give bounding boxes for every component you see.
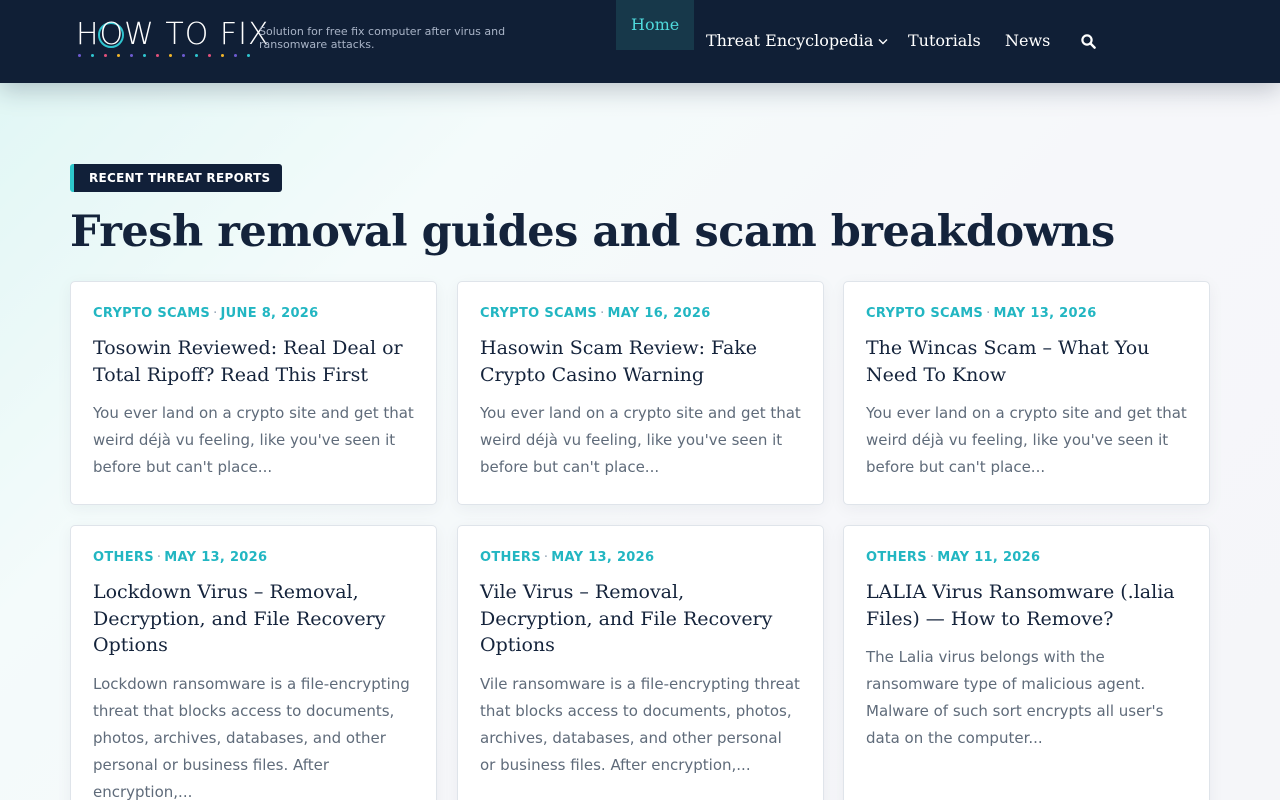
card-meta: OTHERS · MAY 13, 2026 [480,550,655,565]
card-excerpt: The Lalia virus belongs with the ransomw… [866,648,1164,747]
card-date: JUNE 8, 2026 [220,306,319,321]
section-badge: RECENT THREAT REPORTS [70,164,282,192]
card-category[interactable]: OTHERS [480,550,541,565]
card-category[interactable]: OTHERS [866,550,927,565]
card-meta: OTHERS · MAY 13, 2026 [93,550,268,565]
card-meta: CRYPTO SCAMS · MAY 13, 2026 [866,306,1097,321]
logo-dots [78,54,250,58]
card-meta: CRYPTO SCAMS · JUNE 8, 2026 [93,306,319,321]
page-title: Fresh removal guides and scam breakdowns [70,207,1115,257]
nav-news-label: News [1005,31,1051,50]
card-excerpt: You ever land on a crypto site and get t… [93,404,414,476]
card-title[interactable]: LALIA Virus Ransomware (.lalia Files) — … [866,579,1187,632]
card-date: MAY 13, 2026 [164,550,268,565]
card-excerpt: Lockdown ransomware is a file-encrypting… [93,674,410,800]
nav-home-label: Home [631,15,680,34]
card-category[interactable]: CRYPTO SCAMS [93,306,210,321]
card-title[interactable]: Tosowin Reviewed: Real Deal or Total Rip… [93,335,414,388]
nav-threat-encyclopedia[interactable]: Threat Encyclopedia [706,16,888,66]
card-excerpt: You ever land on a crypto site and get t… [480,404,801,476]
card-title[interactable]: The Wincas Scam – What You Need To Know [866,335,1187,388]
card-category[interactable]: CRYPTO SCAMS [866,306,983,321]
site-tagline: Solution for free fix computer after vir… [259,25,506,51]
article-card[interactable]: CRYPTO SCAMS · MAY 13, 2026 The Wincas Sca… [843,281,1210,505]
search-button[interactable] [1076,16,1100,66]
card-date: MAY 13, 2026 [551,550,655,565]
card-date: MAY 11, 2026 [937,550,1041,565]
article-card[interactable]: CRYPTO SCAMS · JUNE 8, 2026 Tosowin Review… [70,281,437,505]
logo-text: HOW TO FIX [76,17,270,52]
article-card[interactable]: OTHERS · MAY 11, 2026 LALIA Virus Ransomwa… [843,525,1210,800]
article-card[interactable]: OTHERS · MAY 13, 2026 Lockdown Virus – Rem… [70,525,437,800]
card-title[interactable]: Vile Virus – Removal, Decryption, and Fi… [480,579,801,659]
nav-threat-encyclopedia-label: Threat Encyclopedia [706,31,874,50]
article-card[interactable]: OTHERS · MAY 13, 2026 Vile Virus – Removal… [457,525,824,800]
card-meta: OTHERS · MAY 11, 2026 [866,550,1041,565]
card-date: MAY 13, 2026 [993,306,1097,321]
card-excerpt: Vile ransomware is a file-encrypting thr… [480,674,800,774]
search-icon [1080,33,1096,49]
card-date: MAY 16, 2026 [607,306,711,321]
nav-home[interactable]: Home [616,0,695,50]
card-excerpt: You ever land on a crypto site and get t… [866,404,1187,476]
card-meta: CRYPTO SCAMS · MAY 16, 2026 [480,306,711,321]
chevron-down-icon [878,39,888,45]
article-card[interactable]: CRYPTO SCAMS · MAY 16, 2026 Hasowin Scam R… [457,281,824,505]
nav-tutorials[interactable]: Tutorials [908,16,981,66]
card-title[interactable]: Lockdown Virus – Removal, Decryption, an… [93,579,414,659]
card-title[interactable]: Hasowin Scam Review: Fake Crypto Casino … [480,335,801,388]
card-category[interactable]: CRYPTO SCAMS [480,306,597,321]
card-category[interactable]: OTHERS [93,550,154,565]
nav-tutorials-label: Tutorials [908,31,981,50]
site-header: HOW TO FIX Solution for free fix compute… [0,0,1280,83]
site-logo[interactable]: HOW TO FIX [76,16,269,64]
nav-news[interactable]: News [1005,16,1050,66]
